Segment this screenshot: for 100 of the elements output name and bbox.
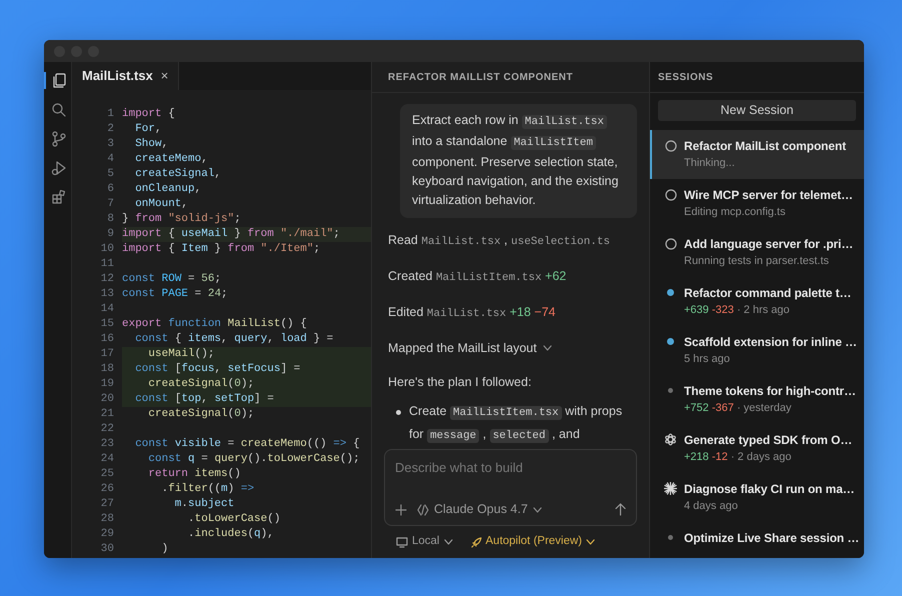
- session-title: Theme tokens for high-contr…: [684, 382, 856, 400]
- session-item[interactable]: Add language server for .pri… Running tests in parser.test.ts: [650, 228, 864, 277]
- line-number: 6: [106, 182, 115, 197]
- line-number: 8: [106, 212, 115, 227]
- session-title: Refactor command palette t…: [684, 284, 852, 302]
- chevron-icon: [586, 539, 596, 545]
- line-number: 5: [106, 167, 115, 182]
- model-picker[interactable]: Claude Opus 4.7: [417, 500, 542, 519]
- line-number: 7: [106, 197, 115, 212]
- line-number: 11: [100, 257, 115, 272]
- line-number: 27: [100, 497, 115, 512]
- session-title: Optimize Live Share session …: [684, 530, 860, 547]
- code-line: createSignal(0);: [147, 407, 256, 422]
- activity-step: Edited MailList.tsx +18 −74: [388, 303, 637, 323]
- branch-icon[interactable]: [51, 130, 67, 146]
- line-number: 12: [100, 272, 115, 287]
- line-number: 14: [100, 302, 115, 317]
- spinner-icon: [664, 140, 676, 152]
- session-item[interactable]: Generate typed SDK from O… +218 -12 · 2 days ago: [650, 424, 864, 473]
- line-number: 25: [100, 467, 115, 482]
- code-line: m.subject: [174, 497, 236, 512]
- spinner-icon: [664, 238, 676, 250]
- panel-title: REFACTOR MAILLIST COMPONENT: [372, 62, 649, 93]
- line-number: 15: [100, 317, 115, 332]
- session-time: 4 days ago: [684, 500, 738, 512]
- spinner-icon: [664, 188, 676, 201]
- removed-count: -323: [712, 304, 734, 316]
- session-status: Editing mcp.config.ts: [684, 204, 786, 220]
- chevron-icon: [532, 506, 542, 513]
- session-time: · 2 hrs ago: [736, 304, 790, 316]
- code-line: .filter((m) =>: [160, 482, 256, 497]
- line-number: 10: [100, 242, 115, 257]
- code-line: onMount,: [134, 197, 190, 212]
- session-item[interactable]: Diagnose flaky CI run on ma… 4 days ago: [650, 472, 864, 522]
- chevron-icon: [542, 345, 552, 351]
- code-line: import {: [122, 107, 176, 122]
- code-line: import { Item } from "./Item";: [122, 242, 322, 257]
- bullet-icon: [396, 410, 401, 415]
- session-status: Thinking...: [684, 156, 736, 171]
- session-item[interactable]: Scaffold extension for inline … 5 hrs ago: [650, 326, 864, 375]
- code-line: createSignal,: [134, 167, 222, 182]
- session-title: Diagnose flaky CI run on ma…: [684, 480, 855, 498]
- prompt-input[interactable]: Describe what to build Claude Opus 4.7: [384, 449, 637, 526]
- session-title: Refactor MailList component: [684, 138, 846, 155]
- added-count: +218: [684, 450, 709, 463]
- search-icon[interactable]: [51, 102, 67, 118]
- line-number: 1: [106, 107, 115, 122]
- panel-title: SESSIONS: [650, 62, 864, 93]
- session-item[interactable]: Refactor command palette t… +639 -323 · 2 hrs ago: [650, 276, 864, 326]
- new-session-button[interactable]: New Session: [658, 100, 856, 121]
- session-title: Scaffold extension for inline …: [684, 334, 857, 351]
- line-number: 23: [100, 437, 115, 452]
- line-number: 21: [100, 407, 115, 422]
- burst-icon: [664, 482, 677, 496]
- code-line: Show,: [134, 137, 170, 152]
- code-line: createMemo,: [134, 152, 209, 167]
- rocket-icon: [470, 536, 482, 548]
- send-arrow-icon[interactable]: [615, 503, 626, 516]
- added-count: +639: [684, 304, 709, 316]
- session-item[interactable]: Wire MCP server for telemet… Editing mcp.config.ts: [650, 178, 864, 228]
- session-item[interactable]: Theme tokens for high-contr… +752 -367 · yesterday: [650, 374, 864, 424]
- session-item[interactable]: Refactor MailList component Thinking...: [650, 130, 864, 179]
- session-title: Wire MCP server for telemet…: [684, 186, 853, 204]
- prompt-message: Extract each row in MailList.tsx into a standalone MailListItem component. Preserve selection state, keyboard navigation, and the existing virtualization behavior.: [400, 104, 637, 218]
- removed-count: -12: [712, 450, 728, 463]
- close-icon[interactable]: ×: [160, 66, 168, 86]
- code-line: } from "solid-js";: [122, 212, 242, 227]
- session-item[interactable]: Optimize Live Share session …: [650, 522, 864, 558]
- monitor-icon: [396, 536, 408, 548]
- list-item-text: Create MailListItem.tsx with props for message , selected , and: [409, 403, 624, 445]
- line-number: 28: [100, 512, 115, 527]
- code-line: const { items, query, load } =: [134, 332, 334, 347]
- collapsible-step[interactable]: Mapped the MailList layout: [388, 339, 552, 357]
- session-time: 5 hrs ago: [684, 352, 730, 365]
- line-number: 29: [100, 527, 115, 542]
- line-number: 19: [100, 377, 115, 392]
- code-line: ): [160, 542, 170, 557]
- plus-icon[interactable]: [395, 504, 407, 516]
- session-title: Generate typed SDK from O…: [684, 432, 852, 449]
- code-line: For,: [134, 122, 163, 137]
- chevron-icon: [444, 539, 452, 545]
- code-line: const q = query().toLowerCase();: [147, 452, 361, 467]
- line-number: 24: [100, 452, 115, 467]
- line-number: 2: [106, 122, 115, 137]
- session-title: Add language server for .pri…: [684, 236, 854, 253]
- files-icon[interactable]: [51, 72, 67, 88]
- play-bug-icon[interactable]: [51, 160, 67, 176]
- code-line: return items(): [147, 467, 242, 482]
- line-number: 20: [100, 392, 115, 407]
- file-tab[interactable]: MailList.tsx ×: [72, 62, 180, 90]
- code-line: onCleanup,: [134, 182, 202, 197]
- code-line: export function MailList() {: [122, 317, 308, 332]
- location-picker[interactable]: Local: [396, 533, 452, 551]
- code-line: .includes(q),: [187, 527, 275, 542]
- flower-icon: [664, 433, 677, 446]
- mode-picker[interactable]: Autopilot (Preview): [470, 533, 596, 551]
- line-number: 17: [100, 347, 115, 362]
- model-icon: [417, 504, 429, 516]
- extensions-icon[interactable]: [51, 188, 67, 204]
- activity-step: Created MailListItem.tsx +62: [388, 267, 637, 287]
